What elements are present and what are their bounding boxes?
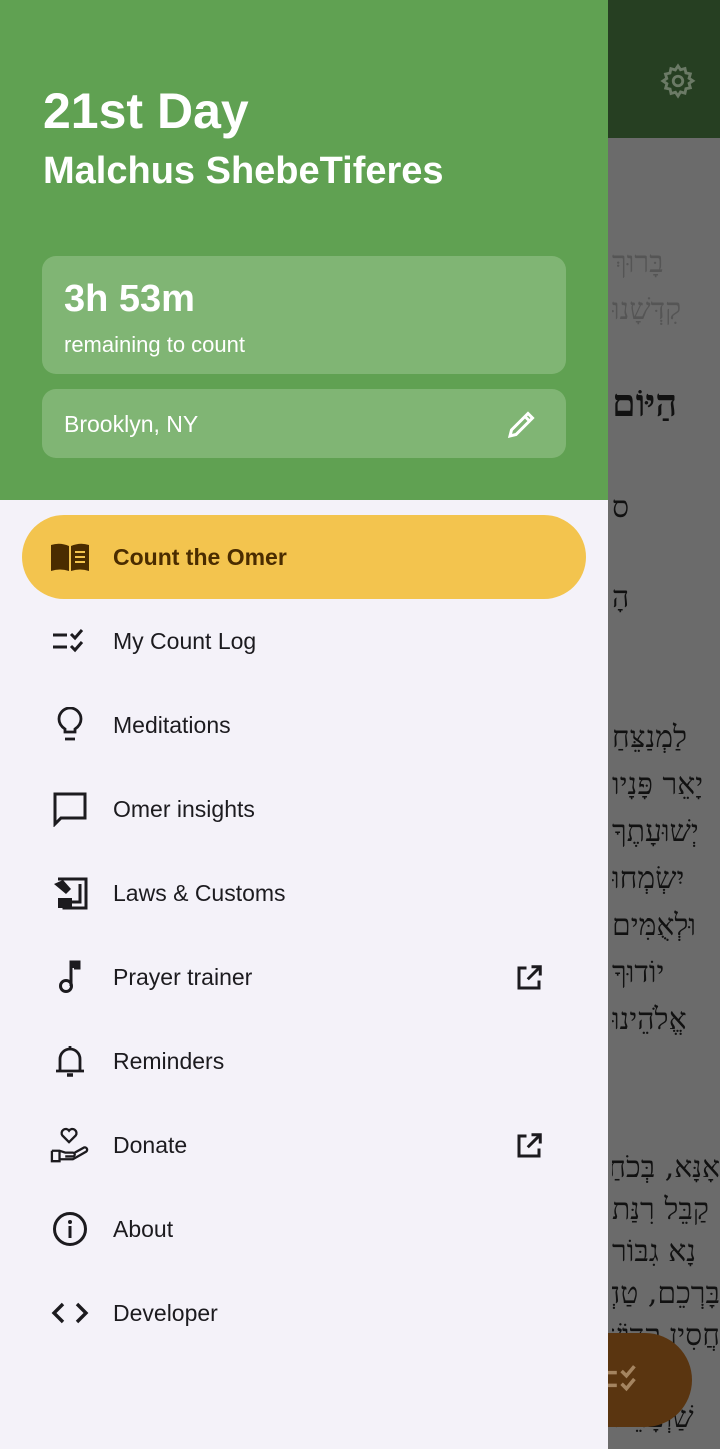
location-label: Brooklyn, NY	[64, 411, 199, 437]
menu-item-omer-insights[interactable]: Omer insights	[22, 767, 586, 851]
external-link-icon	[517, 965, 542, 990]
location-card[interactable]: Brooklyn, NY	[42, 389, 566, 458]
menu-item-meditations[interactable]: Meditations	[22, 683, 586, 767]
menu-item-count-the-omer[interactable]: Count the Omer	[22, 515, 586, 599]
omer-day-title: 21st Day	[43, 83, 249, 139]
hebrew-line: קִדְּשָׁנוּ	[612, 292, 682, 327]
external-link-icon	[517, 1133, 542, 1158]
hebrew-line: נָא גִבּוֹר	[612, 1234, 697, 1269]
hebrew-line: בָּרְכֵם, טַהֲרֵם	[612, 1276, 720, 1311]
menu-item-label: Developer	[113, 1299, 218, 1326]
menu-item-label: Prayer trainer	[113, 963, 253, 990]
menu-item-my-count-log[interactable]: My Count Log	[22, 599, 586, 683]
time-remaining: 3h 53m	[64, 278, 195, 320]
menu-item-label: Omer insights	[113, 795, 255, 822]
hebrew-line: יִשְׂמְחוּ	[612, 861, 685, 896]
hebrew-line: יוֹדוּךָ	[612, 955, 665, 990]
drawer-header: 21st Day Malchus ShebeTiferes 3h 53m rem…	[0, 0, 608, 500]
hebrew-line: אֱלֹהֵינוּ	[612, 1002, 687, 1037]
music-note-icon	[50, 959, 90, 995]
menu-item-developer[interactable]: Developer	[22, 1271, 586, 1355]
menu-item-label: Meditations	[113, 711, 231, 738]
hebrew-line: וּלְאֻמִּים	[612, 908, 697, 943]
bell-icon	[50, 1043, 90, 1079]
heart-hand-icon	[50, 1127, 90, 1163]
hebrew-line: בָּרוּךְ	[612, 245, 664, 280]
book-icon	[50, 539, 90, 575]
hebrew-line: לַמְנַצֵּחַ	[612, 720, 688, 755]
menu-item-label: Count the Omer	[113, 543, 287, 570]
hebrew-line: יָאֵר פָּנָיו	[612, 767, 704, 802]
menu-item-reminders[interactable]: Reminders	[22, 1019, 586, 1103]
code-icon	[50, 1295, 90, 1331]
hebrew-line: ס	[612, 490, 630, 525]
menu-item-donate[interactable]: Donate	[22, 1103, 586, 1187]
menu-item-about[interactable]: About	[22, 1187, 586, 1271]
menu-item-label: My Count Log	[113, 627, 257, 654]
menu-item-label: Reminders	[113, 1047, 225, 1074]
menu-item-label: Donate	[113, 1131, 188, 1158]
sefira-name: Malchus ShebeTiferes	[43, 150, 444, 192]
hebrew-line: אָנָּא, בְּכֹחַ	[612, 1150, 720, 1185]
time-caption: remaining to count	[64, 332, 245, 357]
menu-item-label: Laws & Customs	[113, 879, 286, 906]
hebrew-line: קַבֵּל רִנַּת	[612, 1192, 709, 1227]
time-remaining-card: 3h 53m remaining to count	[42, 256, 566, 374]
menu-item-label: About	[113, 1215, 174, 1242]
hebrew-line: הָ	[612, 580, 630, 615]
info-icon	[50, 1211, 90, 1247]
menu-item-prayer-trainer[interactable]: Prayer trainer	[22, 935, 586, 1019]
checklist-icon	[50, 623, 90, 659]
menu-item-laws-customs[interactable]: Laws & Customs	[22, 851, 586, 935]
chat-bubble-icon	[50, 791, 90, 827]
hebrew-line: הַיּוֹם	[612, 380, 678, 425]
navigation-drawer: 21st Day Malchus ShebeTiferes 3h 53m rem…	[0, 0, 608, 1449]
hebrew-line: יְשׁוּעָתֶךָ	[612, 814, 699, 849]
edit-pencil-icon[interactable]	[504, 406, 540, 442]
gavel-icon	[50, 875, 90, 911]
settings-gear-icon[interactable]	[659, 62, 697, 100]
lightbulb-icon	[50, 707, 90, 743]
